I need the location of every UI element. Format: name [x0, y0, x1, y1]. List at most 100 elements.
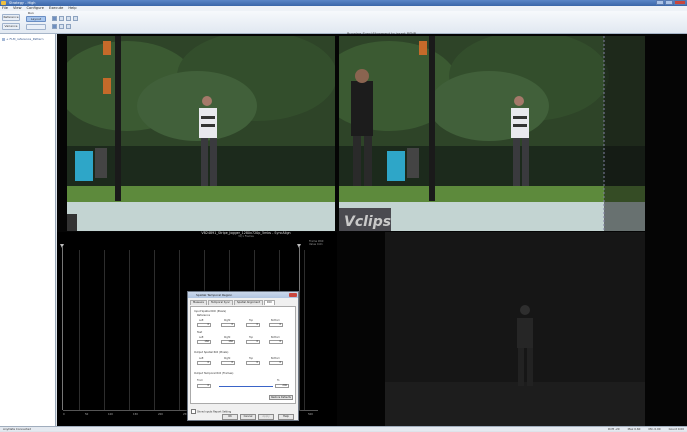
ok-button[interactable]: OK — [222, 414, 238, 420]
grid-line — [179, 250, 180, 410]
plot-subtitle: 3Q x Frames — [238, 235, 254, 238]
test-top-label: Top — [249, 336, 254, 339]
tab-temporal-sync[interactable]: Temporal Sync — [208, 300, 233, 305]
out-left-field[interactable]: 0 — [197, 361, 211, 365]
value-readout: Value 0.61 — [309, 243, 323, 246]
x-tick-label: 200 — [158, 413, 163, 416]
layout-quad-icon[interactable] — [66, 16, 71, 21]
tree-item[interactable]: + FLM_reference_Pattern — [2, 37, 44, 41]
temporal-range-slider[interactable] — [219, 386, 273, 387]
layout-button[interactable]: Layout — [26, 16, 46, 22]
secondary-run-button[interactable] — [26, 24, 46, 30]
temporal-from-field[interactable]: 0 — [197, 384, 211, 388]
temporal-to-label: To — [277, 379, 280, 382]
test-right-field[interactable]: 160 — [221, 340, 235, 344]
out-right-field[interactable]: 0 — [221, 361, 235, 365]
grid-line — [304, 250, 305, 410]
temporal-to-field[interactable]: 240 — [275, 384, 289, 388]
test-bottom-label: Bottom — [271, 336, 280, 339]
test-left-label: Left — [199, 336, 204, 339]
cancel-button[interactable]: Cancel — [240, 414, 256, 420]
dialog-tabs: Measure Temporal Sync Spatial Alignment … — [188, 298, 298, 305]
variance-button[interactable]: Variance — [2, 23, 20, 30]
end-marker-line — [299, 246, 300, 410]
view-diff-icon[interactable] — [66, 24, 71, 29]
jogger-test-frame: Vclips — [339, 36, 645, 231]
grid-line — [104, 250, 105, 410]
close-button[interactable] — [674, 0, 686, 5]
input-roi-heading: Input Spatial ROI (Pixels) — [194, 310, 227, 313]
x-tick-label: 150 — [133, 413, 138, 416]
svg-text:Vclips: Vclips — [344, 214, 391, 230]
dialog-body: Input Spatial ROI (Pixels) Reference Lef… — [190, 306, 296, 404]
minimize-button[interactable] — [656, 0, 664, 5]
ref-right-field[interactable]: 0 — [221, 323, 235, 327]
ref-top-field[interactable]: 0 — [246, 323, 260, 327]
ref-left-field[interactable]: 0 — [197, 323, 211, 327]
layout-dual-icon[interactable] — [59, 16, 64, 21]
layout-single-icon[interactable] — [52, 16, 57, 21]
help-button[interactable]: Help — [278, 414, 294, 420]
out-bottom-field[interactable]: 0 — [269, 361, 283, 365]
app-icon — [1, 1, 6, 5]
view-plot-icon[interactable] — [59, 24, 64, 29]
temporal-from-label: From — [197, 379, 203, 382]
run-group-label: Run — [28, 11, 34, 15]
status-max: Max 0.60 — [627, 427, 641, 431]
grid-line — [154, 250, 155, 410]
x-tick-label: 0 — [63, 413, 65, 416]
maximize-button[interactable] — [665, 0, 673, 5]
out-top-label: Top — [249, 357, 254, 360]
temporal-roi-heading: Output Temporal ROI (Frames) — [194, 372, 234, 375]
tab-measure[interactable]: Measure — [190, 300, 208, 305]
viewer-area: Vclips 0 50 100 150 200 250 500 Frame #6… — [57, 34, 687, 426]
ref-right-label: Right — [224, 319, 231, 322]
difference-video-pane[interactable] — [339, 232, 645, 426]
test-top-field[interactable]: 0 — [246, 340, 260, 344]
status-count: Count 0.00 — [668, 427, 684, 431]
grid-line — [129, 250, 130, 410]
x-tick-label: 500 — [308, 413, 313, 416]
ref-bottom-field[interactable]: 0 — [269, 323, 283, 327]
test-left-field[interactable]: 160 — [197, 340, 211, 344]
application-window: Strategy - High File View Configure Exec… — [0, 0, 687, 431]
status-left-text: AnyData Connected — [3, 427, 31, 431]
status-min: Min 0.00 — [648, 427, 661, 431]
ref-bottom-label: Bottom — [271, 319, 280, 322]
reference-button[interactable]: Reference — [2, 14, 20, 21]
ribbon-toolbar: Reference Variance Run Layout Running Sy… — [0, 11, 687, 36]
difference-frame — [385, 232, 645, 426]
out-left-label: Left — [199, 357, 204, 360]
x-tick-label: 100 — [108, 413, 113, 416]
project-tree-panel: + FLM_reference_Pattern — [0, 34, 56, 426]
ref-left-label: Left — [199, 319, 204, 322]
layout-grid-icon[interactable] — [73, 16, 78, 21]
dialog-title-bar: Spatial Temporal Region — [188, 292, 298, 298]
view-video-icon[interactable] — [52, 24, 57, 29]
x-tick-label: 50 — [85, 413, 89, 416]
out-right-label: Right — [224, 357, 231, 360]
start-marker-line — [62, 246, 63, 410]
grid-line — [79, 250, 80, 410]
jogger-reference-frame — [67, 36, 335, 231]
output-roi-heading: Output Spatial ROI (Pixels) — [194, 351, 229, 354]
ref-top-label: Top — [249, 319, 254, 322]
dialog-close-button[interactable] — [289, 293, 297, 297]
tab-roi[interactable]: ROI — [264, 300, 275, 305]
reference-video-pane[interactable] — [67, 36, 335, 231]
difference-image — [385, 232, 645, 426]
out-bottom-label: Bottom — [271, 357, 280, 360]
tab-spatial-alignment[interactable]: Spatial Alignment — [233, 300, 264, 305]
status-bar: AnyData Connected Drift -20 Max 0.60 Min… — [0, 426, 687, 431]
test-right-label: Right — [224, 336, 231, 339]
out-top-field[interactable]: 0 — [246, 361, 260, 365]
plot-info-readout: Frame #60 Value 0.61 — [309, 240, 323, 246]
test-label: Test — [197, 331, 203, 334]
plot-title-overlay: VB24891_Stripe_Jogger_1280x720p_5mbs - S… — [151, 231, 341, 240]
restore-defaults-button[interactable]: Restore Defaults — [269, 395, 293, 400]
apply-button[interactable]: Apply — [258, 414, 274, 420]
test-video-pane[interactable]: Vclips — [339, 36, 645, 231]
window-title: Strategy - High — [9, 1, 36, 5]
dialog-title: Spatial Temporal Region — [196, 293, 233, 297]
test-bottom-field[interactable]: 0 — [269, 340, 283, 344]
